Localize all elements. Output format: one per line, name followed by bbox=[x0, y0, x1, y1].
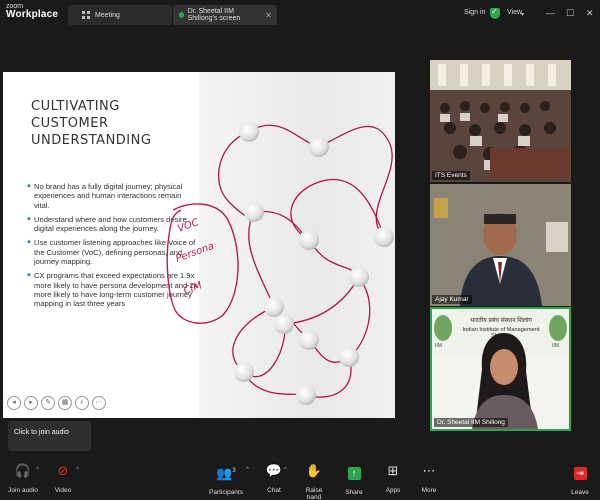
video-label: Video bbox=[54, 487, 72, 494]
pen-tool-icon[interactable]: ✎ bbox=[41, 396, 55, 410]
view-menu[interactable]: View bbox=[507, 9, 522, 16]
more-icon: ⋯ bbox=[422, 463, 436, 478]
join-audio-tooltip: Click to join audio bbox=[8, 421, 91, 451]
zoom-logo: zoom Workplace bbox=[6, 3, 58, 20]
participant-tile[interactable]: Ajay Kumar bbox=[430, 184, 571, 306]
audience-video bbox=[430, 60, 571, 182]
logo-line2: Workplace bbox=[6, 9, 59, 20]
close-window-icon[interactable]: ✕ bbox=[586, 8, 594, 19]
apps-button[interactable]: ⊞ Apps bbox=[382, 463, 404, 494]
participant-name: Dr. Sheetal IIM Shillong bbox=[434, 418, 508, 427]
more-button[interactable]: ⋯ More bbox=[418, 463, 440, 494]
meeting-toolbar: 🎧 Join audio ^ ⊘ Video ^ 👥3 Participants… bbox=[0, 455, 600, 500]
screen-share-indicator-icon bbox=[179, 12, 184, 18]
participants-count: 3 bbox=[232, 468, 236, 474]
maximize-icon[interactable]: ☐ bbox=[566, 8, 574, 19]
tab-meeting[interactable]: Meeting bbox=[68, 5, 172, 25]
next-slide-icon[interactable]: ▸ bbox=[24, 396, 38, 410]
audio-options-chevron-icon[interactable]: ^ bbox=[36, 467, 39, 473]
video-options-chevron-icon[interactable]: ^ bbox=[76, 467, 79, 473]
participants-icon: 👥3 bbox=[216, 465, 236, 481]
security-shield-icon[interactable] bbox=[490, 7, 500, 19]
zoom-slide-icon[interactable]: ⌕ bbox=[75, 396, 89, 410]
share-button[interactable]: ↑ Share bbox=[343, 463, 365, 496]
share-screen-icon: ↑ bbox=[347, 467, 361, 480]
tab-meeting-label: Meeting bbox=[95, 11, 120, 19]
join-audio-label: Join audio bbox=[8, 487, 38, 494]
slide-title-line1: CULTIVATING CUSTOMER bbox=[31, 99, 120, 131]
leave-label: Leave bbox=[571, 489, 589, 496]
leave-icon: ⇥ bbox=[573, 467, 587, 480]
close-tab-icon[interactable]: ✕ bbox=[265, 11, 272, 20]
more-options-icon[interactable]: ⋯ bbox=[92, 396, 106, 410]
handwritten-annotation: VOC Persona CJM bbox=[166, 203, 239, 324]
participant-name: ITS Events bbox=[432, 171, 470, 180]
participant-video bbox=[430, 184, 571, 306]
headphones-icon: 🎧 bbox=[14, 463, 32, 478]
participants-options-chevron-icon[interactable]: ^ bbox=[246, 467, 249, 473]
slide-title-line2: UNDERSTANDING bbox=[31, 133, 152, 148]
tab-screen-label: Dr. Sheetal IIM Shillong's screen bbox=[187, 8, 241, 22]
apps-label: Apps bbox=[385, 487, 401, 494]
slides-grid-icon[interactable]: ▦ bbox=[58, 396, 72, 410]
raise-hand-icon: ✋ bbox=[305, 463, 323, 478]
video-button[interactable]: ⊘ Video bbox=[50, 463, 76, 494]
participants-label: Participants bbox=[209, 489, 243, 497]
participant-name: Ajay Kumar bbox=[432, 295, 472, 304]
raise-hand-button[interactable]: ✋ Raise hand bbox=[298, 463, 330, 500]
tab-shared-screen[interactable]: Dr. Sheetal IIM Shillong's screen ✕ bbox=[173, 5, 277, 25]
view-chevron-icon[interactable]: ▾ bbox=[521, 11, 524, 18]
apps-grid-icon[interactable] bbox=[82, 11, 90, 19]
top-bar: zoom Workplace Meeting Dr. Sheetal IIM S… bbox=[0, 0, 600, 30]
chat-options-chevron-icon[interactable]: ^ bbox=[284, 467, 287, 473]
join-audio-button[interactable]: 🎧 Join audio bbox=[8, 463, 38, 494]
chat-button[interactable]: 💬 Chat bbox=[262, 463, 286, 494]
leave-button[interactable]: ⇥ Leave bbox=[568, 463, 592, 496]
prev-slide-icon[interactable]: ◂ bbox=[7, 396, 21, 410]
minimize-icon[interactable]: — bbox=[546, 8, 555, 18]
share-label: Share bbox=[345, 489, 363, 496]
participant-tile-active-speaker[interactable]: IIM IIM भारतीय प्रबंध संस्थान शिलांग Ind… bbox=[430, 307, 571, 431]
more-label: More bbox=[421, 487, 437, 494]
chat-label: Chat bbox=[267, 487, 281, 494]
annotation-line: Persona bbox=[174, 241, 215, 265]
speaker-video bbox=[472, 333, 538, 429]
annotation-line: VOC bbox=[176, 217, 200, 235]
annotation-line: CJM bbox=[182, 280, 204, 297]
shared-slide: CULTIVATING CUSTOMER UNDERSTANDING No br… bbox=[3, 72, 395, 418]
apps-icon: ⊞ bbox=[387, 463, 399, 478]
chat-icon: 💬 bbox=[265, 463, 283, 478]
sign-in-link[interactable]: Sign in bbox=[464, 9, 485, 16]
slide-title: CULTIVATING CUSTOMER UNDERSTANDING bbox=[31, 98, 201, 149]
slide-controls: ◂ ▸ ✎ ▦ ⌕ ⋯ bbox=[7, 396, 106, 410]
raise-hand-label: Raise hand bbox=[305, 487, 323, 500]
participants-button[interactable]: 👥3 Participants bbox=[208, 463, 244, 496]
video-off-icon: ⊘ bbox=[57, 463, 69, 478]
participant-tile[interactable]: ITS Events bbox=[430, 60, 571, 182]
